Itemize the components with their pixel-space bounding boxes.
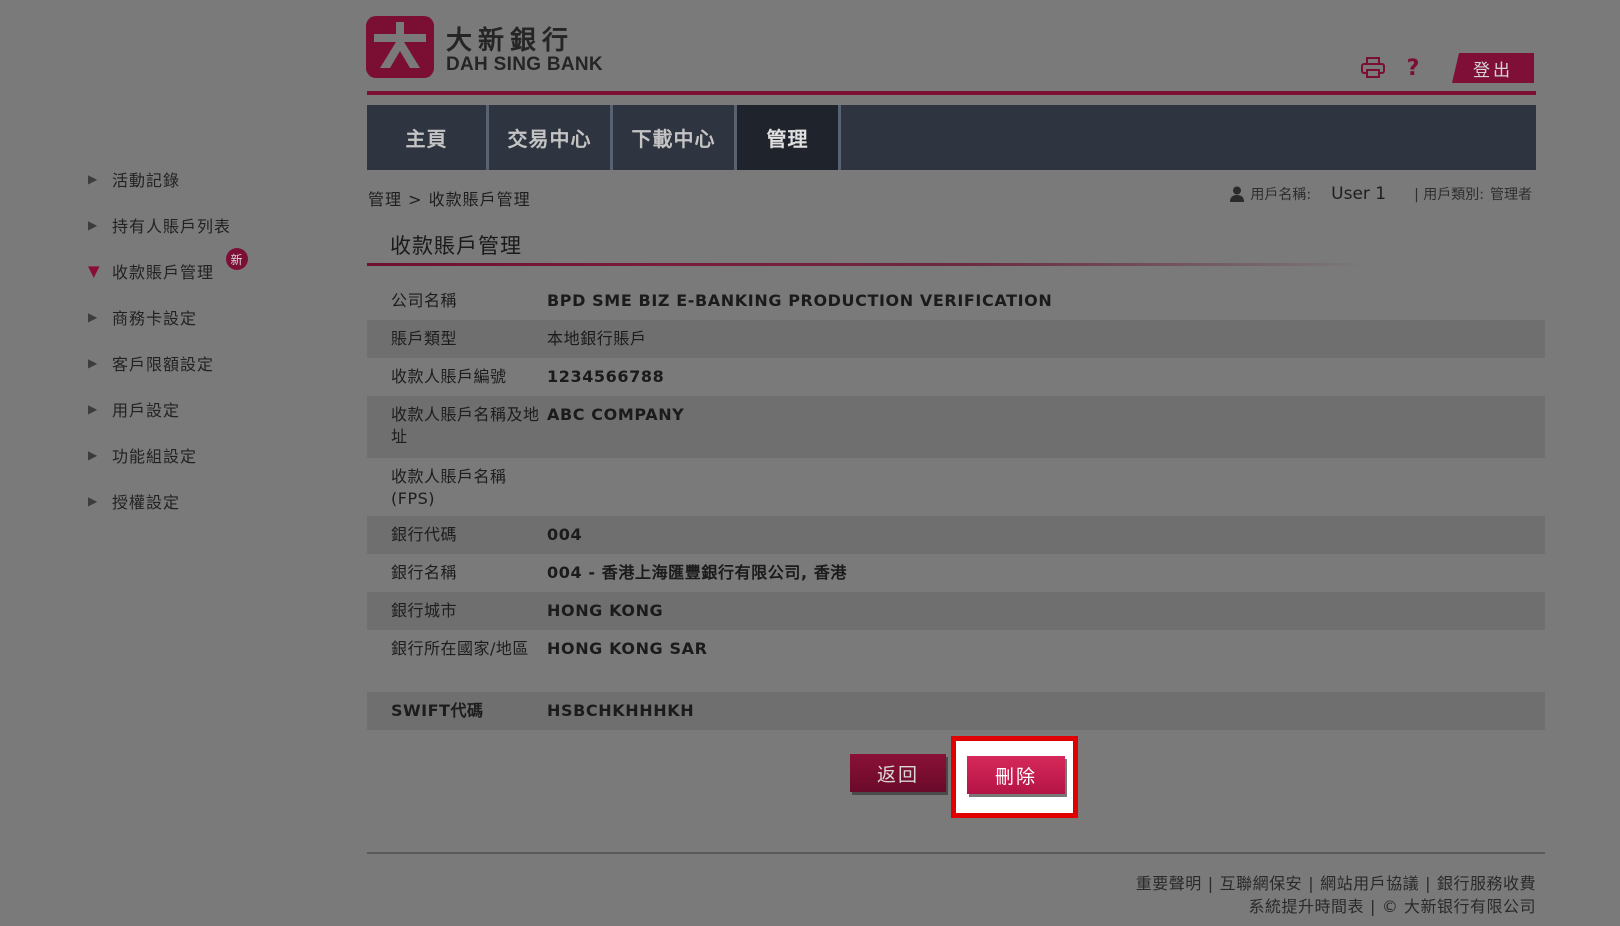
- sidebar-menu: ▶ 活動記錄 ▶ 持有人賬戶列表 ▼ 收款賬戶管理 新 ▶ 商務卡設定 ▶ 客戶…: [88, 156, 248, 524]
- detail-label: 賬戶類型: [391, 329, 458, 348]
- bank-logo[interactable]: 大新銀行 DAH SING BANK: [366, 16, 616, 80]
- footer-link-upgrade-schedule[interactable]: 系統提升時間表: [1249, 897, 1365, 916]
- detail-value: 004: [547, 525, 583, 544]
- triangle-right-icon: ▶: [88, 494, 99, 508]
- detail-label: 收款人賬戶編號: [391, 367, 507, 386]
- triangle-right-icon: ▶: [88, 172, 99, 186]
- footer-divider: [367, 852, 1545, 854]
- user-name: User 1: [1331, 184, 1387, 204]
- detail-label: 銀行所在國家/地區: [391, 639, 529, 658]
- sidebar-item-label: 商務卡設定: [112, 309, 198, 328]
- tab-download-center[interactable]: 下載中心: [613, 105, 737, 170]
- tab-transaction-center[interactable]: 交易中心: [489, 105, 613, 170]
- footer-link-internet-security[interactable]: 互聯網保安: [1220, 874, 1303, 893]
- detail-row-payee-name-fps: 收款人賬戶名稱(FPS): [367, 458, 1545, 516]
- detail-label: 收款人賬戶名稱(FPS): [391, 467, 507, 508]
- footer-link-user-agreement[interactable]: 網站用戶協議: [1320, 874, 1419, 893]
- triangle-right-icon: ▶: [88, 356, 99, 370]
- user-info: 用戶名稱: User 1 | 用戶類別: 管理者: [1230, 184, 1532, 204]
- logout-button[interactable]: 登出: [1452, 53, 1534, 83]
- detail-value: HONG KONG SAR: [547, 639, 708, 658]
- header-divider: [367, 91, 1536, 95]
- copyright-text: © 大新银行有限公司: [1381, 897, 1536, 916]
- sidebar-item-user-settings[interactable]: ▶ 用戶設定: [88, 386, 231, 432]
- sidebar-item-label: 用戶設定: [112, 401, 181, 420]
- detail-row-company-name: 公司名稱 BPD SME BIZ E-BANKING PRODUCTION VE…: [367, 282, 1545, 320]
- detail-row-payee-account-number: 收款人賬戶編號 1234566788: [367, 358, 1545, 396]
- sidebar-item-authorization[interactable]: ▶ 授權設定: [88, 478, 231, 524]
- detail-value: 1234566788: [547, 367, 665, 386]
- triangle-right-icon: ▶: [88, 448, 99, 462]
- detail-row-bank-country: 銀行所在國家/地區 HONG KONG SAR: [367, 630, 1545, 692]
- user-icon: [1230, 186, 1245, 202]
- detail-label: 公司名稱: [391, 291, 458, 310]
- question-mark-icon[interactable]: ?: [1400, 55, 1426, 81]
- detail-row-account-type: 賬戶類型 本地銀行賬戶: [367, 320, 1545, 358]
- triangle-down-icon: ▼: [88, 262, 101, 280]
- detail-value: HONG KONG: [547, 601, 664, 620]
- sidebar-item-label: 授權設定: [112, 493, 181, 512]
- detail-label: 銀行代碼: [391, 525, 458, 544]
- new-badge: 新: [226, 248, 248, 270]
- tab-home[interactable]: 主頁: [367, 105, 489, 170]
- footer-copyright-line: 系統提升時間表 | © 大新银行有限公司: [1248, 897, 1536, 916]
- page-title: 收款賬戶管理: [390, 234, 522, 258]
- user-name-label: 用戶名稱:: [1250, 187, 1312, 203]
- sidebar-item-function-groups[interactable]: ▶ 功能組設定: [88, 432, 231, 478]
- main-nav: 主頁 交易中心 下載中心 管理: [367, 105, 1536, 170]
- breadcrumb: 管理 > 收款賬戶管理: [368, 190, 531, 209]
- sidebar-item-holder-accounts[interactable]: ▶ 持有人賬戶列表: [88, 202, 231, 248]
- back-button[interactable]: 返回: [850, 754, 946, 792]
- payee-details-table: 公司名稱 BPD SME BIZ E-BANKING PRODUCTION VE…: [367, 282, 1545, 730]
- detail-value: 004 - 香港上海匯豐銀行有限公司, 香港: [547, 563, 848, 582]
- user-type: 管理者: [1490, 187, 1532, 203]
- printer-icon[interactable]: [1360, 55, 1386, 81]
- sidebar-item-business-card[interactable]: ▶ 商務卡設定: [88, 294, 231, 340]
- delete-button[interactable]: 刪除: [967, 756, 1065, 794]
- sidebar-item-label: 收款賬戶管理: [112, 263, 215, 282]
- detail-value: HSBCHKHHHKH: [547, 701, 695, 720]
- bank-name-chinese: 大新銀行: [446, 26, 575, 56]
- sidebar-item-label: 客戶限額設定: [112, 355, 215, 374]
- detail-value: BPD SME BIZ E-BANKING PRODUCTION VERIFIC…: [547, 291, 1053, 310]
- title-divider: [367, 263, 1367, 266]
- header-tools: ? 登出: [1360, 53, 1534, 83]
- triangle-right-icon: ▶: [88, 402, 99, 416]
- detail-label: 銀行名稱: [391, 563, 458, 582]
- footer-link-service-charges[interactable]: 銀行服務收費: [1437, 874, 1536, 893]
- sidebar-item-customer-limits[interactable]: ▶ 客戶限額設定: [88, 340, 231, 386]
- triangle-right-icon: ▶: [88, 218, 99, 232]
- sidebar-item-payee-management[interactable]: ▼ 收款賬戶管理 新: [88, 248, 248, 294]
- detail-label: SWIFT代碼: [391, 701, 484, 720]
- detail-value: [547, 458, 1545, 516]
- detail-row-bank-code: 銀行代碼 004: [367, 516, 1545, 554]
- user-type-label: | 用戶類別:: [1414, 187, 1484, 203]
- detail-row-bank-name: 銀行名稱 004 - 香港上海匯豐銀行有限公司, 香港: [367, 554, 1545, 592]
- detail-value: ABC COMPANY: [547, 405, 685, 424]
- detail-label: 收款人賬戶名稱及地址: [391, 405, 540, 446]
- tab-management[interactable]: 管理: [737, 105, 841, 170]
- detail-row-bank-city: 銀行城市 HONG KONG: [367, 592, 1545, 630]
- sidebar-item-label: 功能組設定: [112, 447, 198, 466]
- detail-row-payee-name-address: 收款人賬戶名稱及地址 ABC COMPANY: [367, 396, 1545, 458]
- triangle-right-icon: ▶: [88, 310, 99, 324]
- dah-sing-logo-icon: [366, 16, 434, 78]
- detail-row-swift-code: SWIFT代碼 HSBCHKHHHKH: [367, 692, 1545, 730]
- detail-value: 本地銀行賬戶: [547, 329, 647, 348]
- footer-link-disclaimer[interactable]: 重要聲明: [1136, 874, 1202, 893]
- bank-name-english: DAH SING BANK: [446, 54, 603, 75]
- detail-label: 銀行城市: [391, 601, 458, 620]
- footer-links: 重要聲明 | 互聯網保安 | 網站用戶協議 | 銀行服務收費: [1135, 874, 1536, 893]
- sidebar-item-activity-log[interactable]: ▶ 活動記錄: [88, 156, 231, 202]
- sidebar-item-label: 持有人賬戶列表: [112, 217, 232, 236]
- sidebar-item-label: 活動記錄: [112, 171, 181, 190]
